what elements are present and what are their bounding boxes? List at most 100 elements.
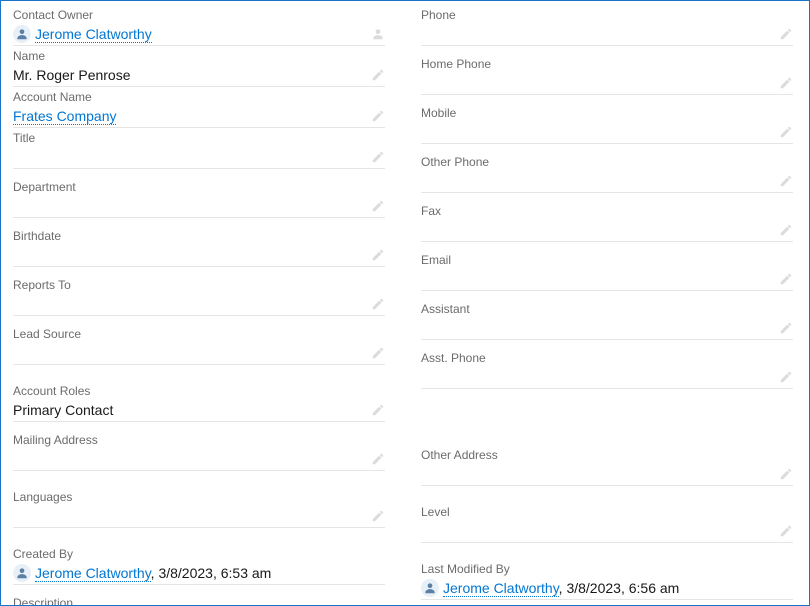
label-name: Name xyxy=(13,48,385,64)
label-title: Title xyxy=(13,130,385,146)
avatar-icon xyxy=(13,25,31,43)
value-languages xyxy=(13,507,385,525)
edit-icon[interactable] xyxy=(371,509,385,523)
left-column: Contact Owner Jerome Clatworthy Name Mr.… xyxy=(13,5,403,606)
value-title xyxy=(13,148,385,166)
field-birthdate: Birthdate xyxy=(13,226,385,267)
edit-icon[interactable] xyxy=(779,174,793,188)
edit-icon[interactable] xyxy=(779,27,793,41)
field-fax: Fax xyxy=(421,201,793,242)
label-birthdate: Birthdate xyxy=(13,228,385,244)
edit-icon[interactable] xyxy=(779,524,793,538)
edit-icon[interactable] xyxy=(371,199,385,213)
contact-owner-link[interactable]: Jerome Clatworthy xyxy=(35,26,152,43)
field-mobile: Mobile xyxy=(421,103,793,144)
field-other-phone: Other Phone xyxy=(421,152,793,193)
label-home-phone: Home Phone xyxy=(421,56,793,72)
value-birthdate xyxy=(13,246,385,264)
field-account-name: Account Name Frates Company xyxy=(13,87,385,128)
edit-icon[interactable] xyxy=(779,321,793,335)
label-account-roles: Account Roles xyxy=(13,383,385,399)
field-name: Name Mr. Roger Penrose xyxy=(13,46,385,87)
last-modified-by-timestamp: , 3/8/2023, 6:56 am xyxy=(559,580,680,596)
label-account-name: Account Name xyxy=(13,89,385,105)
value-level xyxy=(421,522,793,540)
edit-icon[interactable] xyxy=(371,248,385,262)
edit-icon[interactable] xyxy=(371,109,385,123)
field-home-phone: Home Phone xyxy=(421,54,793,95)
last-modified-by-link[interactable]: Jerome Clatworthy xyxy=(443,580,559,597)
field-other-address: Other Address xyxy=(421,445,793,486)
label-lead-source: Lead Source xyxy=(13,326,385,342)
field-created-by: Created By Jerome Clatworthy, 3/8/2023, … xyxy=(13,544,385,585)
value-home-phone xyxy=(421,74,793,92)
value-phone xyxy=(421,25,793,43)
created-by-link[interactable]: Jerome Clatworthy xyxy=(35,565,151,582)
label-contact-owner: Contact Owner xyxy=(13,7,385,23)
contact-detail-panel: Contact Owner Jerome Clatworthy Name Mr.… xyxy=(0,0,810,606)
value-mobile xyxy=(421,123,793,141)
change-owner-icon[interactable] xyxy=(371,27,385,41)
field-account-roles: Account Roles Primary Contact xyxy=(13,381,385,422)
label-created-by: Created By xyxy=(13,546,385,562)
edit-icon[interactable] xyxy=(779,76,793,90)
label-last-modified-by: Last Modified By xyxy=(421,561,793,577)
label-department: Department xyxy=(13,179,385,195)
edit-icon[interactable] xyxy=(371,297,385,311)
avatar-icon xyxy=(13,564,31,582)
field-description: Description xyxy=(13,593,385,606)
value-email xyxy=(421,270,793,288)
label-phone: Phone xyxy=(421,7,793,23)
value-asst-phone xyxy=(421,368,793,386)
field-email: Email xyxy=(421,250,793,291)
value-other-phone xyxy=(421,172,793,190)
value-account-roles: Primary Contact xyxy=(13,401,385,419)
edit-icon[interactable] xyxy=(779,223,793,237)
field-last-modified-by: Last Modified By Jerome Clatworthy, 3/8/… xyxy=(421,559,793,600)
field-title: Title xyxy=(13,128,385,169)
edit-icon[interactable] xyxy=(371,452,385,466)
edit-icon[interactable] xyxy=(779,272,793,286)
label-mobile: Mobile xyxy=(421,105,793,121)
value-assistant xyxy=(421,319,793,337)
right-column: Phone Home Phone Mobile xyxy=(403,5,797,606)
created-by-timestamp: , 3/8/2023, 6:53 am xyxy=(151,565,272,581)
label-reports-to: Reports To xyxy=(13,277,385,293)
label-mailing-address: Mailing Address xyxy=(13,432,385,448)
field-phone: Phone xyxy=(421,5,793,46)
label-other-address: Other Address xyxy=(421,447,793,463)
value-lead-source xyxy=(13,344,385,362)
edit-icon[interactable] xyxy=(779,370,793,384)
label-other-phone: Other Phone xyxy=(421,154,793,170)
avatar-icon xyxy=(421,579,439,597)
edit-icon[interactable] xyxy=(371,68,385,82)
edit-icon[interactable] xyxy=(371,150,385,164)
value-name: Mr. Roger Penrose xyxy=(13,66,385,84)
field-assistant: Assistant xyxy=(421,299,793,340)
label-languages: Languages xyxy=(13,489,385,505)
field-languages: Languages xyxy=(13,487,385,528)
value-department xyxy=(13,197,385,215)
field-mailing-address: Mailing Address xyxy=(13,430,385,471)
field-lead-source: Lead Source xyxy=(13,324,385,365)
field-contact-owner: Contact Owner Jerome Clatworthy xyxy=(13,5,385,46)
value-fax xyxy=(421,221,793,239)
edit-icon[interactable] xyxy=(371,346,385,360)
edit-icon[interactable] xyxy=(371,403,385,417)
value-reports-to xyxy=(13,295,385,313)
field-department: Department xyxy=(13,177,385,218)
value-other-address xyxy=(421,465,793,483)
label-asst-phone: Asst. Phone xyxy=(421,350,793,366)
label-description: Description xyxy=(13,595,385,606)
field-level: Level xyxy=(421,502,793,543)
label-assistant: Assistant xyxy=(421,301,793,317)
value-mailing-address xyxy=(13,450,385,468)
label-fax: Fax xyxy=(421,203,793,219)
label-level: Level xyxy=(421,504,793,520)
field-asst-phone: Asst. Phone xyxy=(421,348,793,389)
account-name-link[interactable]: Frates Company xyxy=(13,108,116,125)
edit-icon[interactable] xyxy=(779,467,793,481)
field-reports-to: Reports To xyxy=(13,275,385,316)
label-email: Email xyxy=(421,252,793,268)
edit-icon[interactable] xyxy=(779,125,793,139)
